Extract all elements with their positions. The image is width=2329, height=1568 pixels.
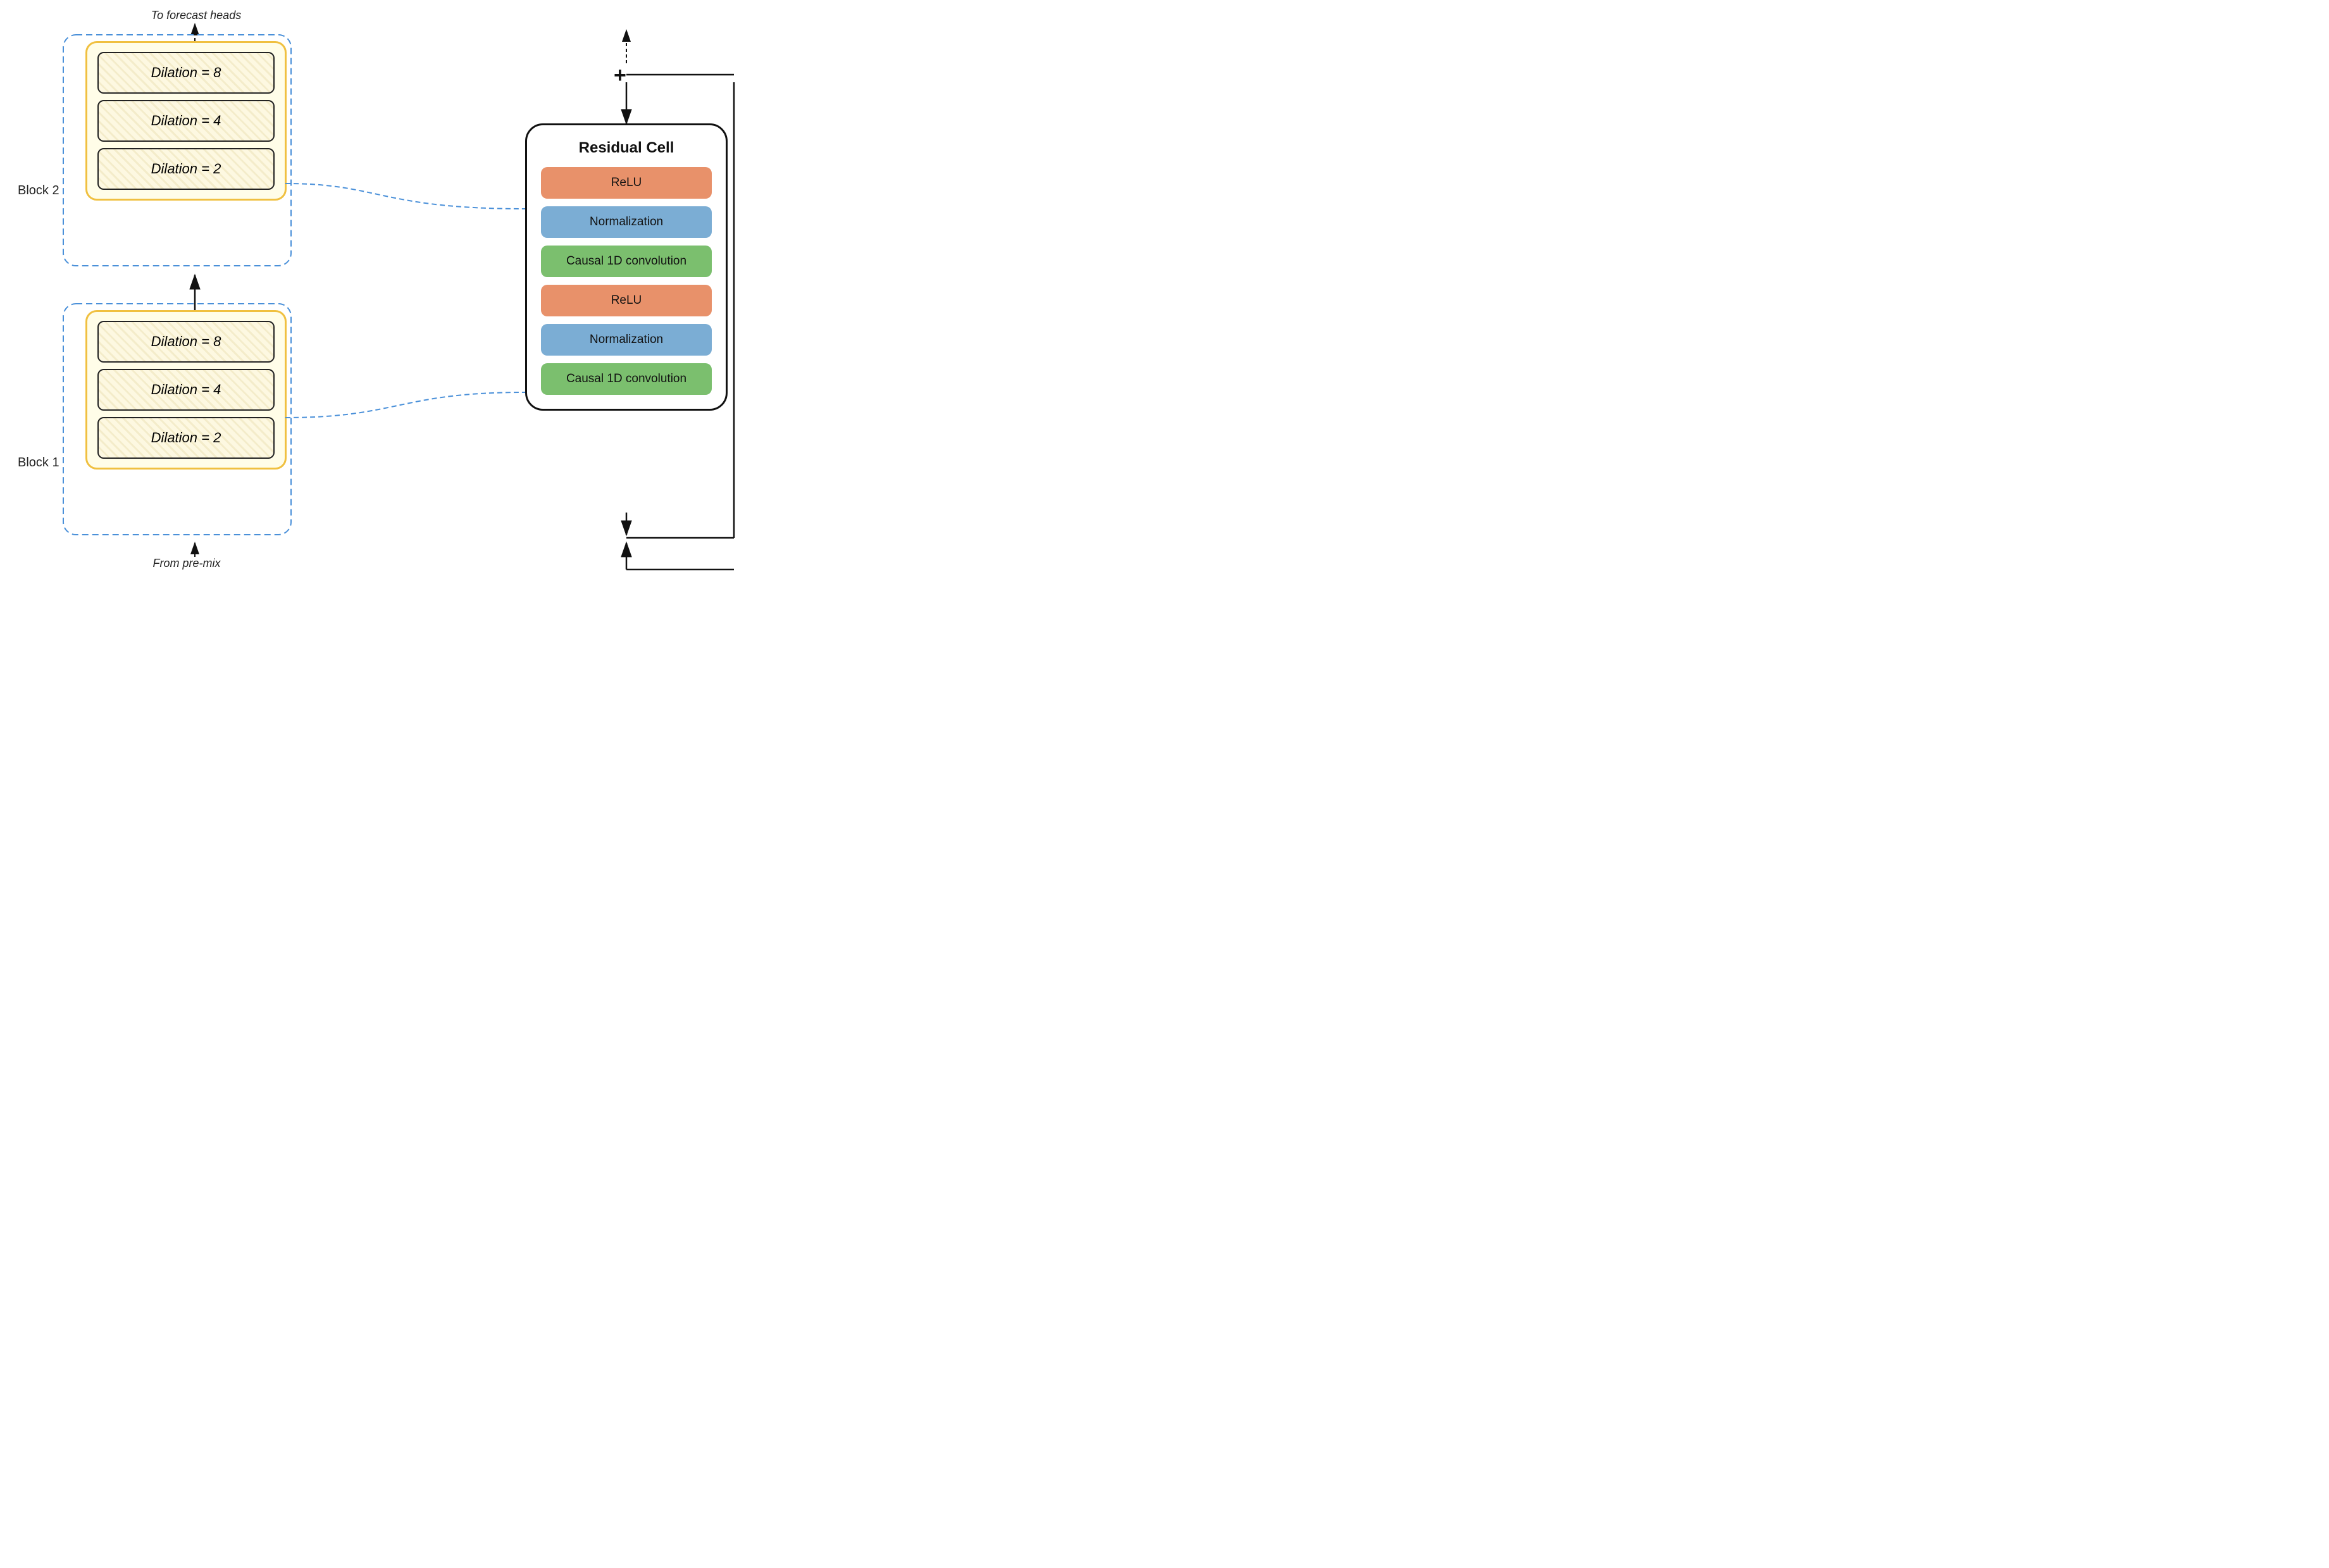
block2-panel: Dilation = 8 Dilation = 4 Dilation = 2: [85, 41, 287, 201]
norm2-cell: Normalization: [541, 324, 712, 356]
residual-cell-title: Residual Cell: [541, 139, 712, 157]
block1-panel: Dilation = 8 Dilation = 4 Dilation = 2: [85, 310, 287, 470]
residual-cell-panel: Residual Cell ReLU Normalization Causal …: [525, 123, 728, 411]
dilation-8-block2: Dilation = 8: [97, 52, 275, 94]
relu2-cell: ReLU: [541, 285, 712, 316]
from-premix-label: From pre-mix: [123, 557, 250, 570]
dilation-2-block2: Dilation = 2: [97, 148, 275, 190]
block2-label: Block 2: [18, 184, 59, 198]
dilation-8-block1: Dilation = 8: [97, 321, 275, 363]
block1-label: Block 1: [18, 456, 59, 470]
conv2-cell: Causal 1D convolution: [541, 363, 712, 395]
plus-symbol: +: [614, 63, 626, 88]
relu1-cell: ReLU: [541, 167, 712, 199]
dilation-4-block2: Dilation = 4: [97, 100, 275, 142]
to-forecast-label: To forecast heads: [146, 9, 247, 22]
dilation-2-block1: Dilation = 2: [97, 417, 275, 459]
norm1-cell: Normalization: [541, 206, 712, 238]
diagram-container: To forecast heads Dilation = 8 Dilation …: [0, 0, 848, 588]
dilation-4-block1: Dilation = 4: [97, 369, 275, 411]
conv1-cell: Causal 1D convolution: [541, 246, 712, 277]
